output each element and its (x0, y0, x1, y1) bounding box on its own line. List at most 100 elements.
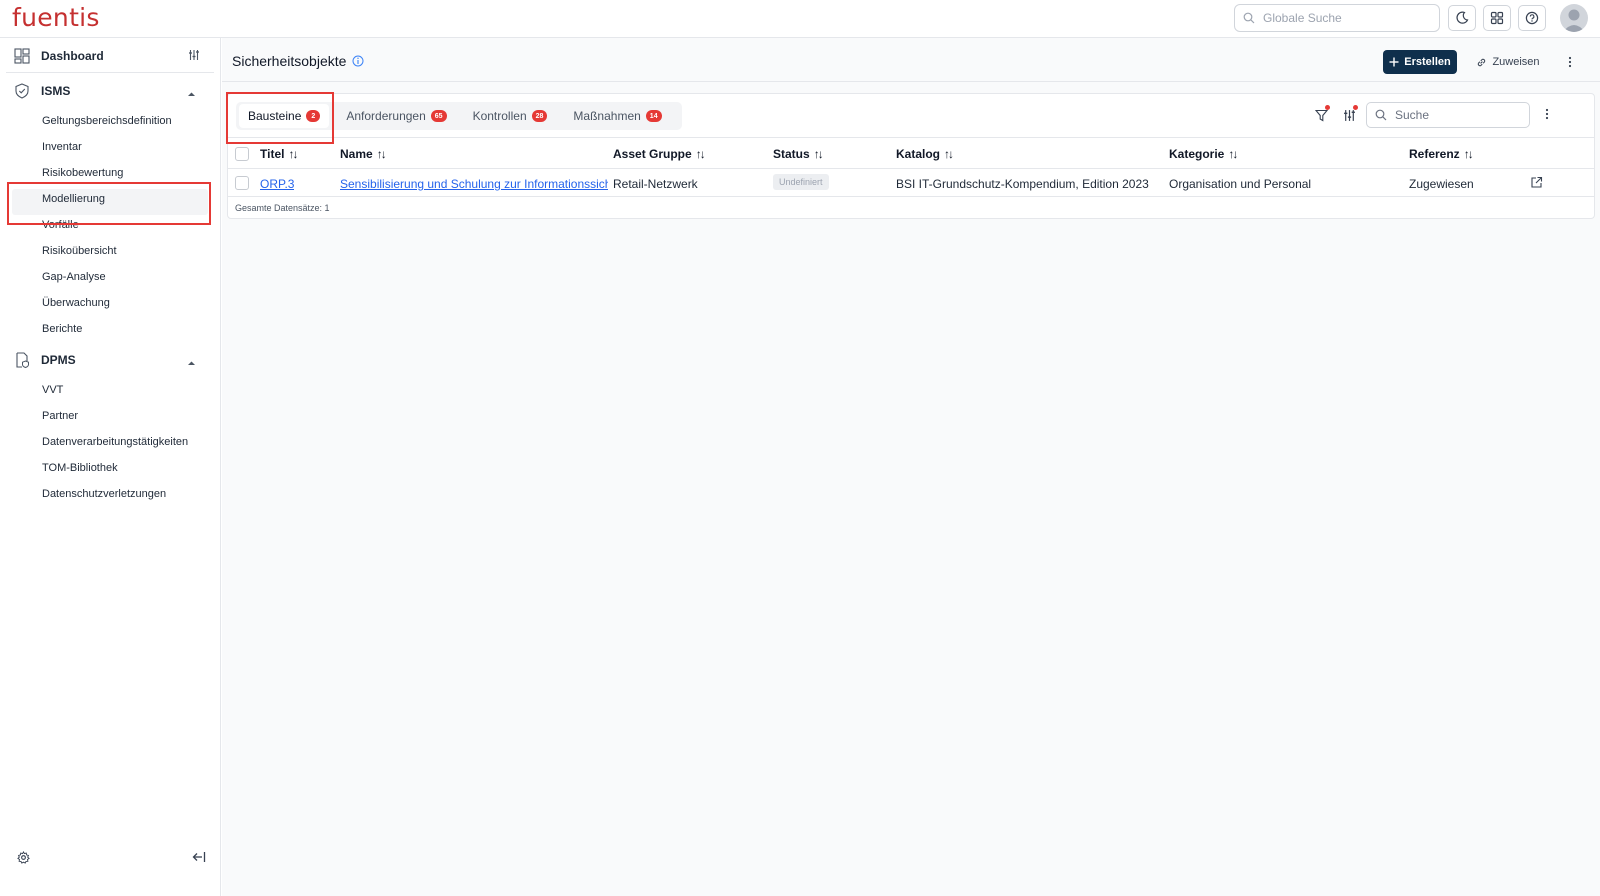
column-header-katalog[interactable]: Katalog ↑↓ (896, 147, 954, 161)
assign-button-label: Zuweisen (1492, 56, 1540, 68)
table-row[interactable]: ORP.3 Sensibilisierung und Schulung zur … (228, 169, 1594, 197)
dpms-collapse-button[interactable] (187, 355, 196, 369)
user-avatar[interactable] (1560, 4, 1588, 32)
column-label: Asset Gruppe (613, 147, 692, 161)
sort-icon: ↑↓ (695, 147, 706, 161)
sidebar-item-risikobewertung[interactable]: Risikobewertung (42, 167, 123, 179)
tab-label: Kontrollen (472, 109, 527, 123)
filter-button[interactable] (1310, 104, 1332, 126)
dark-mode-button[interactable] (1448, 5, 1476, 31)
sidebar-item-tom-bibliothek[interactable]: TOM-Bibliothek (42, 462, 118, 474)
sidebar-item-gap-analyse[interactable]: Gap-Analyse (42, 271, 106, 283)
shield-icon (15, 83, 29, 99)
select-all-checkbox[interactable] (235, 147, 249, 161)
page-title-text: Sicherheitsobjekte (232, 53, 347, 69)
help-icon (1525, 11, 1539, 25)
tab-label: Anforderungen (346, 109, 426, 123)
main-content: Sicherheitsobjekte Erstellen Zuweisen Ba… (222, 38, 1600, 896)
table-search-input[interactable] (1395, 108, 1515, 122)
objects-card: Bausteine 2 Anforderungen 65 Kontrollen … (227, 93, 1595, 219)
column-header-referenz[interactable]: Referenz ↑↓ (1409, 147, 1474, 161)
sliders-icon (189, 50, 199, 60)
sidebar-group-dpms[interactable]: DPMS (14, 352, 76, 368)
table-more-button[interactable] (1539, 102, 1555, 126)
sort-icon: ↑↓ (813, 147, 824, 161)
sidebar-group-label: DPMS (41, 353, 76, 367)
sidebar-item-partner[interactable]: Partner (42, 410, 78, 422)
isms-collapse-button[interactable] (187, 86, 196, 100)
row-referenz: Zugewiesen (1409, 177, 1474, 191)
assign-button[interactable]: Zuweisen (1471, 50, 1545, 74)
dashboard-icon (14, 48, 30, 64)
row-titel-link[interactable]: ORP.3 (260, 177, 294, 191)
sidebar-item-datenschutzverletzungen[interactable]: Datenschutzverletzungen (42, 488, 166, 500)
column-header-name[interactable]: Name ↑↓ (340, 147, 387, 161)
page-more-button[interactable] (1562, 50, 1578, 74)
search-icon (1243, 12, 1255, 24)
open-external-button[interactable] (1530, 176, 1543, 192)
filter-icon (1314, 109, 1328, 121)
sort-icon: ↑↓ (1228, 147, 1238, 161)
sliders-icon (1343, 109, 1355, 121)
column-header-kategorie[interactable]: Kategorie ↑↓ (1169, 147, 1238, 161)
sidebar-item-geltungsbereichsdefinition[interactable]: Geltungsbereichsdefinition (42, 115, 172, 127)
row-asset-gruppe: Retail-Netzwerk (613, 177, 698, 191)
logo[interactable]: fuentis (12, 3, 100, 32)
column-label: Status (773, 147, 810, 161)
column-header-titel[interactable]: Titel ↑↓ (260, 147, 298, 161)
sidebar-item-label: Dashboard (41, 49, 104, 63)
collapse-left-icon (192, 852, 206, 862)
column-header-asset-gruppe[interactable]: Asset Gruppe ↑↓ (613, 147, 706, 161)
column-label: Katalog (896, 147, 941, 161)
sidebar-group-label: ISMS (41, 84, 71, 98)
search-icon (1375, 109, 1387, 121)
more-vertical-icon (1545, 108, 1549, 120)
column-label: Referenz (1409, 147, 1460, 161)
column-header-status[interactable]: Status ↑↓ (773, 147, 824, 161)
tab-count-badge: 14 (645, 110, 662, 122)
top-bar: fuentis (0, 0, 1600, 38)
tab-massnahmen[interactable]: Maßnahmen 14 (564, 104, 670, 128)
sidebar-divider (6, 72, 214, 73)
sort-icon: ↑↓ (1463, 147, 1474, 161)
sidebar-item-dashboard[interactable]: Dashboard (14, 48, 104, 64)
settings-button[interactable] (17, 850, 30, 867)
highlight-tab-bausteine (226, 92, 334, 144)
row-name-link[interactable]: Sensibilisierung und Schulung zur Inform… (340, 177, 608, 191)
info-icon[interactable] (352, 55, 364, 67)
dashboard-settings-button[interactable] (188, 49, 200, 64)
filter-active-dot (1325, 105, 1330, 110)
collapse-sidebar-button[interactable] (192, 851, 206, 866)
grid-icon (1490, 11, 1504, 25)
create-button[interactable]: Erstellen (1383, 50, 1457, 74)
tab-kontrollen[interactable]: Kontrollen 28 (464, 104, 557, 128)
avatar-icon (1563, 9, 1585, 32)
sidebar-item-berichte[interactable]: Berichte (42, 323, 82, 335)
table-header: Titel ↑↓ Name ↑↓ Asset Gruppe ↑↓ Status ↑↓ K… (228, 137, 1594, 169)
sidebar-item-risikouebersicht[interactable]: Risikoübersicht (42, 245, 117, 257)
sidebar-group-isms[interactable]: ISMS (14, 83, 70, 99)
table-search[interactable] (1366, 102, 1530, 128)
row-status-badge: Undefiniert (773, 174, 829, 190)
sidebar-item-datenverarbeitungstaetigkeiten[interactable]: Datenverarbeitungstätigkeiten (42, 436, 188, 448)
gear-icon (17, 850, 30, 864)
global-search-input[interactable] (1263, 11, 1423, 25)
sidebar-item-vvt[interactable]: VVT (42, 384, 63, 396)
tab-count-badge: 28 (531, 110, 548, 122)
tab-count-badge: 65 (430, 110, 447, 122)
tab-anforderungen[interactable]: Anforderungen 65 (337, 104, 455, 128)
moon-icon (1456, 11, 1469, 24)
sidebar-item-ueberwachung[interactable]: Überwachung (42, 297, 110, 309)
plus-icon (1389, 57, 1399, 67)
column-label: Titel (260, 147, 285, 161)
caret-up-icon (188, 92, 195, 96)
row-checkbox[interactable] (235, 176, 249, 190)
global-search[interactable] (1234, 4, 1440, 32)
sort-icon: ↑↓ (944, 147, 954, 161)
document-shield-icon (16, 352, 29, 368)
sidebar-item-inventar[interactable]: Inventar (42, 141, 82, 153)
help-button[interactable] (1518, 5, 1546, 31)
column-settings-button[interactable] (1338, 104, 1360, 126)
more-vertical-icon (1568, 56, 1572, 68)
apps-button[interactable] (1483, 5, 1511, 31)
